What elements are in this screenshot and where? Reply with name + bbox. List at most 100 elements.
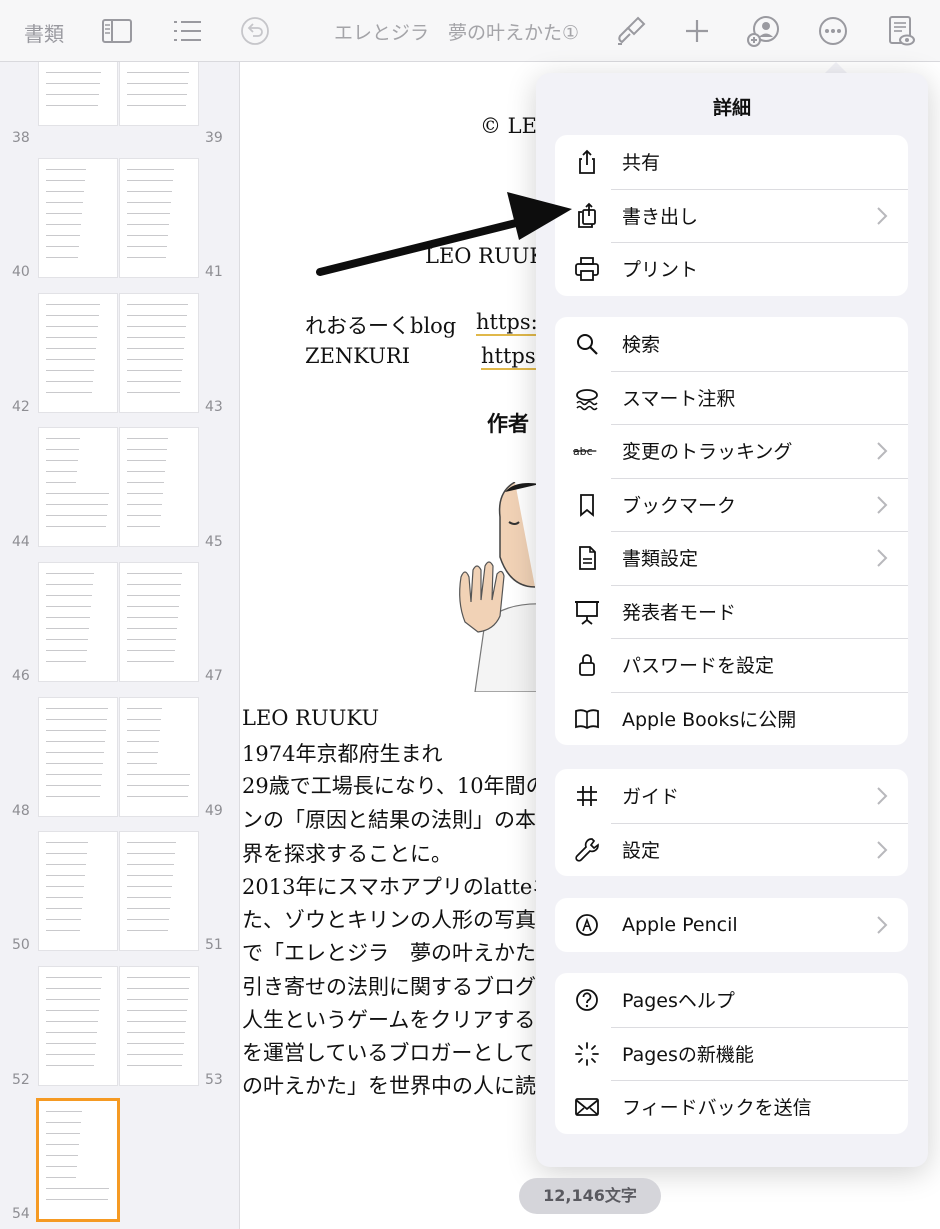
thumbnail-text-line: [46, 730, 106, 731]
thumbnail-text-line: [46, 719, 107, 720]
menu-item-label: Apple Pencil: [622, 913, 738, 936]
menu-item-set-password[interactable]: パスワードを設定: [555, 638, 908, 692]
page-number: 41: [205, 264, 223, 280]
menu-item-presenter-mode[interactable]: 発表者モード: [555, 584, 908, 639]
page-number: 38: [12, 130, 30, 146]
thumbnail-text-line: [127, 741, 159, 742]
list-icon[interactable]: [170, 14, 204, 48]
menu-item-document-settings[interactable]: 書類設定: [555, 531, 908, 585]
thumbnail-text-line: [127, 708, 162, 709]
thumbnail-text-line: [46, 246, 79, 247]
chevron-right-icon: [877, 916, 888, 934]
menu-item-send-feedback[interactable]: フィードバックを送信: [555, 1080, 908, 1134]
page-thumbnail[interactable]: [39, 428, 117, 546]
thumbnail-text-line: [46, 1177, 76, 1178]
chevron-right-icon: [877, 840, 888, 859]
thumbnail-text-line: [127, 650, 175, 651]
menu-item-share[interactable]: 共有: [555, 135, 908, 189]
chevron-right-icon: [877, 495, 888, 514]
menu-item-track-changes[interactable]: abc 変更のトラッキング: [555, 424, 908, 478]
blog-url-link[interactable]: https:/: [476, 310, 545, 336]
page-thumbnail[interactable]: [39, 698, 117, 816]
menu-item-label: パスワードを設定: [622, 655, 775, 678]
page-thumbnail[interactable]: [120, 62, 198, 125]
menu-item-smart-annotation[interactable]: スマート注釈: [555, 370, 908, 425]
zenkuri-url-link[interactable]: https:: [481, 344, 543, 370]
thumbnail-text-line: [46, 326, 98, 327]
thumbnail-text-line: [127, 246, 167, 247]
paintbrush-icon[interactable]: [614, 14, 648, 48]
menu-item-print[interactable]: プリント: [555, 242, 908, 296]
thumbnail-text-line: [46, 708, 108, 709]
thumbnail-text-line: [127, 1032, 185, 1033]
collaborate-icon[interactable]: [746, 14, 780, 48]
thumbnail-text-line: [46, 105, 98, 106]
bio-line: で「エレとジラ 夢の叶えかた: [242, 941, 536, 965]
menu-item-settings[interactable]: 設定: [555, 822, 908, 877]
page-thumbnail[interactable]: [120, 428, 198, 546]
page-thumbnail-selected[interactable]: [39, 1101, 117, 1219]
page-thumbnail[interactable]: [120, 698, 198, 816]
reader-view-icon[interactable]: [884, 14, 918, 48]
page-thumbnail[interactable]: [39, 563, 117, 681]
menu-item-publish-apple-books[interactable]: Apple Booksに公開: [555, 691, 908, 746]
bio-line: を運営しているブロガーとして: [242, 1041, 535, 1065]
page-thumbnail[interactable]: [120, 159, 198, 277]
thumbnail-text-line: [46, 977, 102, 978]
thumbnail-text-line: [46, 72, 101, 73]
author-heading: 作者: [487, 411, 529, 436]
thumbnail-text-line: [46, 504, 108, 505]
menu-item-search[interactable]: 検索: [555, 317, 908, 371]
word-count-badge[interactable]: 12,146文字: [519, 1178, 661, 1214]
page-thumbnail[interactable]: [120, 967, 198, 1085]
export-icon: [573, 202, 601, 230]
thumbnail-text-line: [46, 438, 80, 439]
page-thumbnail[interactable]: [39, 967, 117, 1085]
thumbnail-text-line: [46, 1144, 79, 1145]
thumbnail-text-line: [46, 304, 100, 305]
menu-group: Apple Pencil: [555, 898, 908, 952]
thumbnail-text-line: [46, 348, 96, 349]
page-thumbnail[interactable]: [120, 832, 198, 950]
menu-item-label: 発表者モード: [622, 601, 737, 624]
menu-item-bookmark[interactable]: ブックマーク: [555, 477, 908, 532]
page-thumbnail-sidebar[interactable]: 38 39 40 41 42 43 44 45 46 47 48 49 50 5…: [0, 62, 240, 1229]
page-number: 50: [12, 937, 30, 953]
sidebar-icon[interactable]: [100, 14, 134, 48]
thumbnail-text-line: [127, 606, 179, 607]
bio-line: 29歳で工場長になり、10年間の: [242, 774, 547, 798]
thumbnail-text-line: [127, 370, 182, 371]
thumbnail-text-line: [127, 72, 189, 73]
page-thumbnail[interactable]: [120, 563, 198, 681]
smart-annotation-icon: [573, 384, 601, 412]
menu-item-guides[interactable]: ガイド: [555, 769, 908, 823]
page-thumbnail[interactable]: [39, 832, 117, 950]
thumbnail-text-line: [46, 595, 92, 596]
page-thumbnail[interactable]: [39, 294, 117, 412]
thumbnail-text-line: [127, 785, 189, 786]
thumbnail-text-line: [127, 886, 172, 887]
document-title[interactable]: エレとジラ 夢の叶えかた①: [334, 18, 579, 45]
undo-icon[interactable]: [238, 14, 272, 48]
thumbnail-text-line: [127, 191, 172, 192]
menu-item-whats-new[interactable]: Pagesの新機能: [555, 1026, 908, 1081]
thumbnail-text-line: [46, 1188, 109, 1189]
thumbnail-text-line: [127, 359, 183, 360]
menu-item-pages-help[interactable]: Pagesヘルプ: [555, 973, 908, 1027]
bio-line: 2013年にスマホアプリのlatteネ: [242, 875, 554, 899]
plus-icon[interactable]: [680, 14, 714, 48]
thumbnail-text-line: [46, 370, 94, 371]
page-thumbnail[interactable]: [120, 294, 198, 412]
more-icon[interactable]: [816, 14, 850, 48]
thumbnail-text-line: [46, 381, 93, 382]
thumbnail-text-line: [46, 526, 106, 527]
menu-item-export[interactable]: 書き出し: [555, 188, 908, 243]
page-thumbnail[interactable]: [39, 62, 117, 125]
menu-item-apple-pencil[interactable]: Apple Pencil: [555, 898, 908, 952]
thumbnail-text-line: [127, 930, 168, 931]
thumbnail-text-line: [46, 650, 87, 651]
documents-button[interactable]: 書類: [24, 18, 64, 47]
page-thumbnail[interactable]: [39, 159, 117, 277]
thumbnail-text-line: [127, 875, 173, 876]
thumbnail-text-line: [46, 493, 109, 494]
